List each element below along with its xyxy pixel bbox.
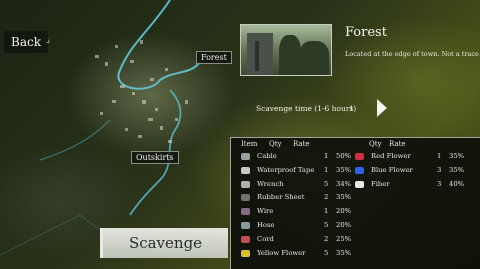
scavenge-button[interactable]: Scavenge <box>100 228 228 258</box>
item-row: Wire 1 20% <box>231 205 480 218</box>
location-description: Located at the edge of town. Not a trace… <box>345 50 480 58</box>
item-name: Blue Flower <box>371 165 413 174</box>
item-name: Yellow Flower <box>257 248 306 257</box>
item-qty: 1 <box>437 152 442 160</box>
yellow-flower-icon <box>241 249 250 257</box>
item-qty: 3 <box>437 165 442 174</box>
back-button-label: Back <box>11 35 41 49</box>
item-qty: 5 <box>324 248 329 257</box>
item-qty: 5 <box>324 221 329 229</box>
tree-shape <box>279 35 301 75</box>
item-row: Cord 2 25% <box>231 233 480 246</box>
item-name: Wire <box>257 207 274 216</box>
item-rate: 35% <box>449 152 465 160</box>
map-marker-forest[interactable]: Forest <box>196 51 232 64</box>
items-panel: Item Qty Rate Qty Rate Cable 1 50% Waterpro… <box>230 137 480 269</box>
blue-flower-icon <box>355 166 364 174</box>
rubber-sheet-icon <box>241 194 250 202</box>
item-qty: 2 <box>324 193 329 202</box>
wire-icon <box>241 208 250 216</box>
location-title: Forest <box>345 25 387 40</box>
scavenge-time-value: 1 <box>349 104 354 113</box>
item-name: Red Flower <box>371 152 411 160</box>
item-rate: 35% <box>336 248 352 257</box>
item-name: Hose <box>257 221 275 229</box>
header-rate-left: Rate <box>293 140 310 148</box>
location-image <box>240 24 332 76</box>
item-name: Cord <box>257 234 274 243</box>
item-qty: 2 <box>324 234 329 243</box>
item-rate: 20% <box>336 207 352 216</box>
header-item: Item <box>241 140 258 148</box>
item-row: Yellow Flower 5 35% <box>231 247 480 260</box>
item-name: Fiber <box>371 179 390 188</box>
item-rate: 20% <box>336 221 352 229</box>
item-rate: 40% <box>449 179 465 188</box>
increase-time-arrow-icon[interactable] <box>377 99 387 117</box>
item-row: Red Flower 1 35% <box>231 150 480 163</box>
item-rate: 35% <box>449 165 465 174</box>
tree-shape <box>299 41 329 75</box>
header-qty-left: Qty <box>269 140 282 148</box>
item-row: Fiber 3 40% <box>231 178 480 191</box>
item-name: Rubber Sheet <box>257 193 305 202</box>
item-row: Rubber Sheet 2 35% <box>231 191 480 204</box>
cord-icon <box>241 235 250 243</box>
building-window-shape <box>255 41 259 71</box>
item-row: Hose 5 20% <box>231 219 480 232</box>
map-marker-forest-label: Forest <box>201 53 227 62</box>
header-rate-right: Rate <box>389 140 406 148</box>
fiber-icon <box>355 180 364 188</box>
scavenge-time-label: Scavenge time (1-6 hours) <box>256 104 357 113</box>
red-flower-icon <box>355 153 364 160</box>
item-qty: 3 <box>437 179 442 188</box>
hose-icon <box>241 222 250 229</box>
back-button[interactable]: Back ⌟ <box>4 31 50 53</box>
item-rate: 25% <box>336 234 352 243</box>
item-rate: 35% <box>336 193 352 202</box>
item-qty: 1 <box>324 207 329 216</box>
building-shape <box>247 33 273 75</box>
scavenge-button-label: Scavenge <box>128 234 203 252</box>
map-marker-outskirts-label: Outskirts <box>136 153 174 162</box>
item-row: Blue Flower 3 35% <box>231 164 480 177</box>
corner-bracket-icon: ⌟ <box>45 35 50 45</box>
map-marker-outskirts[interactable]: Outskirts <box>131 151 179 164</box>
header-qty-right: Qty <box>369 140 382 148</box>
